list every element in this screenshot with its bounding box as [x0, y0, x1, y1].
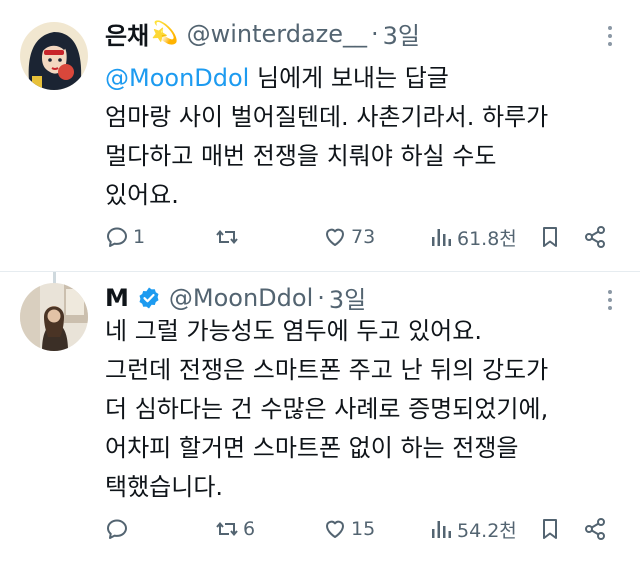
views-icon — [432, 229, 451, 246]
reply-button[interactable] — [105, 514, 133, 544]
bookmark-button[interactable] — [538, 222, 562, 252]
separator-dot: · — [371, 19, 379, 48]
retweet-icon — [216, 229, 238, 245]
heart-icon — [326, 520, 344, 538]
avatar[interactable] — [20, 283, 88, 351]
more-icon[interactable] — [598, 24, 622, 48]
username[interactable]: @winterdaze__ — [187, 20, 367, 48]
tweet[interactable]: M @MoonDdol · 3일 네 그럴 가능성도 염두에 두고 있어요. 그… — [0, 272, 640, 562]
views-icon — [432, 521, 451, 538]
action-bar: 6 15 54.2천 — [105, 514, 615, 544]
tweet-text-line: 택했습니다. — [105, 473, 224, 501]
tweet-header: M @MoonDdol · 3일 — [105, 280, 366, 315]
avatar[interactable] — [20, 22, 88, 90]
timestamp[interactable]: 3일 — [383, 16, 420, 51]
retweet-icon — [216, 521, 238, 537]
tweet-text: 엄마랑 사이 벌어질텐데. 사촌기라서. 하루가 멀다하고 매번 전쟁을 치뤄야… — [105, 98, 615, 215]
retweet-button[interactable]: 6 — [215, 514, 255, 544]
display-name[interactable]: 은채 — [105, 16, 149, 51]
retweet-count: 6 — [243, 518, 256, 540]
tweet-text: 네 그럴 가능성도 염두에 두고 있어요. 그런데 전쟁은 스마트폰 주고 난 … — [105, 312, 615, 507]
share-button[interactable] — [583, 514, 607, 544]
views-count: 54.2천 — [457, 519, 517, 542]
bookmark-icon — [543, 227, 557, 247]
tweet-text-line: 어차피 할거면 스마트폰 없이 하는 전쟁을 — [105, 434, 519, 462]
bookmark-button[interactable] — [538, 514, 562, 544]
retweet-button[interactable] — [215, 222, 243, 252]
more-icon[interactable] — [598, 288, 622, 312]
share-button[interactable] — [583, 222, 607, 252]
sparkle-emoji-icon: 💫 — [151, 21, 179, 46]
tweet-text-line: 더 심하다는 건 수많은 사례로 증명되었기에, — [105, 395, 549, 423]
like-count: 73 — [351, 226, 376, 248]
comment-icon — [107, 519, 127, 539]
like-count: 15 — [351, 518, 376, 540]
tweet-text-line: 네 그럴 가능성도 염두에 두고 있어요. — [105, 317, 482, 345]
username[interactable]: @MoonDdol — [169, 284, 313, 312]
replying-to: @MoonDdol 님에게 보내는 답글 — [105, 58, 449, 93]
display-name[interactable]: M — [105, 284, 129, 312]
action-bar: 1 73 61.8천 — [105, 222, 615, 252]
heart-icon — [326, 228, 344, 246]
views-button[interactable]: 54.2천 — [429, 514, 517, 544]
tweet-text-line: 엄마랑 사이 벌어질텐데. 사촌기라서. 하루가 — [105, 103, 549, 131]
reply-count: 1 — [133, 226, 146, 248]
tweet-text-line: 있어요. — [105, 181, 179, 209]
views-count: 61.8천 — [457, 227, 517, 250]
separator-dot: · — [317, 283, 325, 312]
tweet-text-line: 그런데 전쟁은 스마트폰 주고 난 뒤의 강도가 — [105, 356, 549, 384]
reply-to-suffix: 님에게 보내는 답글 — [249, 64, 449, 92]
views-button[interactable]: 61.8천 — [429, 222, 517, 252]
verified-icon — [139, 287, 159, 308]
share-icon — [585, 226, 605, 248]
reply-button[interactable]: 1 — [105, 222, 145, 252]
like-button[interactable]: 73 — [323, 222, 375, 252]
tweet[interactable]: 은채 💫 @winterdaze__ · 3일 @MoonDdol 님에게 보내… — [0, 0, 640, 272]
tweet-header: 은채 💫 @winterdaze__ · 3일 — [105, 16, 420, 51]
bookmark-icon — [543, 519, 557, 539]
tweet-text-line: 멀다하고 매번 전쟁을 치뤄야 하실 수도 — [105, 142, 497, 170]
share-icon — [585, 518, 605, 540]
reply-mention-link[interactable]: @MoonDdol — [105, 64, 249, 92]
timestamp[interactable]: 3일 — [329, 280, 366, 315]
comment-icon — [107, 227, 127, 247]
like-button[interactable]: 15 — [323, 514, 375, 544]
